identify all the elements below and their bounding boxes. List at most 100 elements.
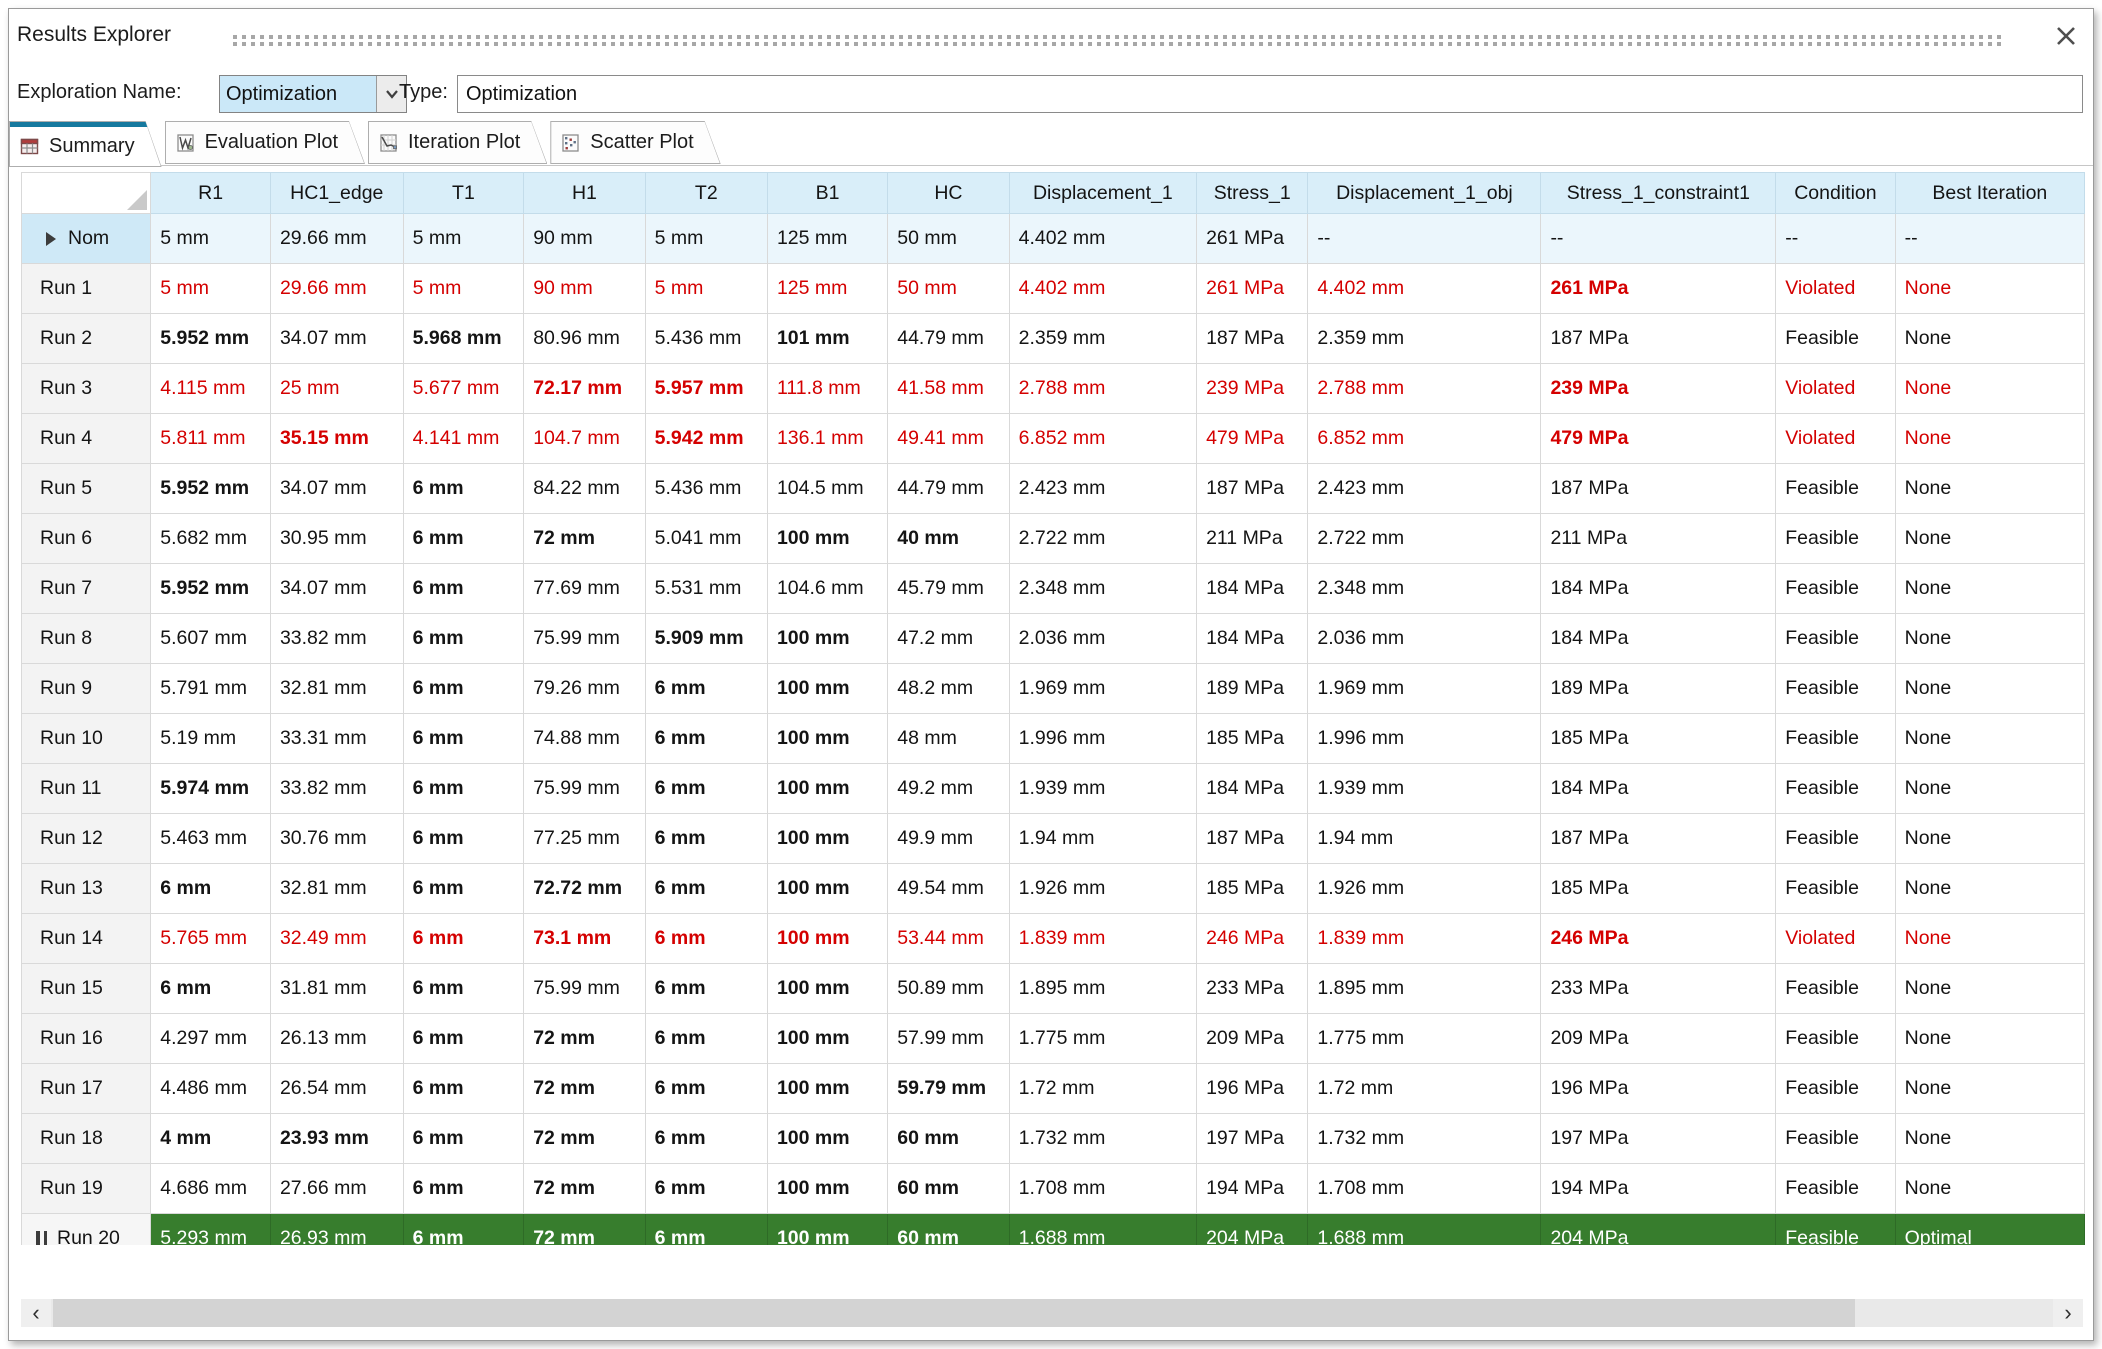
cell[interactable]: 5.942 mm — [644, 413, 768, 464]
cell[interactable]: 6.852 mm — [1008, 413, 1198, 464]
cell[interactable]: 6 mm — [402, 913, 525, 964]
cell[interactable]: 100 mm — [766, 1063, 889, 1114]
cell[interactable]: 1.688 mm — [1008, 1213, 1198, 1245]
cell[interactable]: None — [1894, 513, 2085, 564]
cell[interactable]: 187 MPa — [1540, 463, 1777, 514]
row-label[interactable]: Nom — [21, 213, 152, 264]
cell[interactable]: 2.348 mm — [1008, 563, 1198, 614]
cell[interactable]: 72 mm — [523, 1213, 646, 1245]
cell[interactable]: None — [1894, 1113, 2085, 1164]
cell[interactable]: 2.348 mm — [1307, 563, 1542, 614]
cell[interactable]: 6 mm — [644, 1113, 768, 1164]
cell[interactable]: None — [1894, 613, 2085, 664]
cell[interactable]: 239 MPa — [1196, 363, 1309, 414]
cell[interactable]: 261 MPa — [1196, 263, 1309, 314]
cell[interactable]: 75.99 mm — [523, 963, 646, 1014]
cell[interactable]: -- — [1540, 213, 1777, 264]
cell[interactable]: 6 mm — [402, 563, 525, 614]
cell[interactable]: 187 MPa — [1196, 813, 1309, 864]
cell[interactable]: None — [1894, 1063, 2085, 1114]
cell[interactable]: 184 MPa — [1196, 563, 1309, 614]
cell[interactable]: 185 MPa — [1196, 863, 1309, 914]
cell[interactable]: 26.54 mm — [269, 1063, 404, 1114]
cell[interactable]: 1.926 mm — [1307, 863, 1542, 914]
cell[interactable]: 5 mm — [150, 263, 271, 314]
cell[interactable]: Violated — [1775, 263, 1896, 314]
cell[interactable]: 5.909 mm — [644, 613, 768, 664]
cell[interactable]: 100 mm — [766, 1213, 889, 1245]
cell[interactable]: Feasible — [1775, 863, 1896, 914]
cell[interactable]: 72 mm — [523, 1163, 646, 1214]
cell[interactable]: 5.974 mm — [150, 763, 271, 814]
cell[interactable]: 6 mm — [402, 713, 525, 764]
cell[interactable]: 185 MPa — [1196, 713, 1309, 764]
cell[interactable]: 1.708 mm — [1307, 1163, 1542, 1214]
cell[interactable]: 84.22 mm — [523, 463, 646, 514]
cell[interactable]: 4.141 mm — [402, 413, 525, 464]
cell[interactable]: 33.31 mm — [269, 713, 404, 764]
cell[interactable]: 6 mm — [402, 1163, 525, 1214]
cell[interactable]: 100 mm — [766, 863, 889, 914]
cell[interactable]: 79.26 mm — [523, 663, 646, 714]
cell[interactable]: 5.293 mm — [150, 1213, 271, 1245]
cell[interactable]: 184 MPa — [1540, 613, 1777, 664]
cell[interactable]: 100 mm — [766, 1013, 889, 1064]
cell[interactable]: Feasible — [1775, 1113, 1896, 1164]
type-field[interactable]: Optimization — [457, 75, 2083, 113]
cell[interactable]: None — [1894, 463, 2085, 514]
cell[interactable]: 72 mm — [523, 1113, 646, 1164]
cell[interactable]: 75.99 mm — [523, 613, 646, 664]
cell[interactable]: -- — [1307, 213, 1542, 264]
cell[interactable]: Feasible — [1775, 563, 1896, 614]
cell[interactable]: 100 mm — [766, 613, 889, 664]
cell[interactable]: 6 mm — [402, 813, 525, 864]
cell[interactable]: 6 mm — [644, 713, 768, 764]
cell[interactable]: 100 mm — [766, 1113, 889, 1164]
column-header[interactable]: H1 — [523, 172, 646, 214]
cell[interactable]: 26.13 mm — [269, 1013, 404, 1064]
cell[interactable]: 100 mm — [766, 1163, 889, 1214]
cell[interactable]: 6 mm — [150, 863, 271, 914]
cell[interactable]: 5 mm — [402, 213, 525, 264]
cell[interactable]: None — [1894, 363, 2085, 414]
cell[interactable]: 246 MPa — [1196, 913, 1309, 964]
cell[interactable]: Violated — [1775, 913, 1896, 964]
cell[interactable]: 27.66 mm — [269, 1163, 404, 1214]
cell[interactable]: 125 mm — [766, 213, 889, 264]
cell[interactable]: 194 MPa — [1540, 1163, 1777, 1214]
cell[interactable]: 6 mm — [402, 963, 525, 1014]
row-label[interactable]: Run 12 — [21, 813, 152, 864]
cell[interactable]: 6 mm — [644, 1163, 768, 1214]
cell[interactable]: Optimal — [1894, 1213, 2085, 1245]
column-header[interactable]: HC — [887, 172, 1010, 214]
cell[interactable]: Feasible — [1775, 763, 1896, 814]
cell[interactable]: 72.72 mm — [523, 863, 646, 914]
cell[interactable]: 5.531 mm — [644, 563, 768, 614]
cell[interactable]: 1.94 mm — [1307, 813, 1542, 864]
cell[interactable]: 111.8 mm — [766, 363, 889, 414]
cell[interactable]: 239 MPa — [1540, 363, 1777, 414]
cell[interactable]: Feasible — [1775, 813, 1896, 864]
cell[interactable]: 72 mm — [523, 513, 646, 564]
cell[interactable]: 1.969 mm — [1008, 663, 1198, 714]
cell[interactable]: 48 mm — [887, 713, 1010, 764]
cell[interactable]: 125 mm — [766, 263, 889, 314]
column-header[interactable]: Stress_1_constraint1 — [1540, 172, 1777, 214]
cell[interactable]: 189 MPa — [1196, 663, 1309, 714]
cell[interactable]: 6 mm — [644, 813, 768, 864]
cell[interactable]: 34.07 mm — [269, 463, 404, 514]
cell[interactable]: -- — [1894, 213, 2085, 264]
row-label[interactable]: Run 4 — [21, 413, 152, 464]
cell[interactable]: 187 MPa — [1540, 813, 1777, 864]
cell[interactable]: Violated — [1775, 363, 1896, 414]
row-label[interactable]: Run 5 — [21, 463, 152, 514]
row-label[interactable]: Run 6 — [21, 513, 152, 564]
cell[interactable]: 6.852 mm — [1307, 413, 1542, 464]
column-header[interactable]: Stress_1 — [1196, 172, 1309, 214]
cell[interactable]: 6 mm — [644, 913, 768, 964]
cell[interactable]: 35.15 mm — [269, 413, 404, 464]
cell[interactable]: 479 MPa — [1540, 413, 1777, 464]
scrollbar-thumb[interactable] — [53, 1299, 1855, 1327]
cell[interactable]: 4.402 mm — [1307, 263, 1542, 314]
cell[interactable]: 1.94 mm — [1008, 813, 1198, 864]
